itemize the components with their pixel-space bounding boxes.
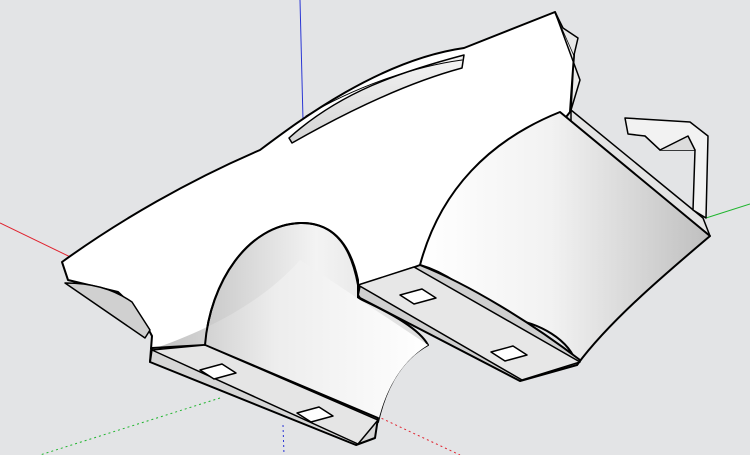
- red-axis-dotted: [367, 411, 461, 455]
- green-axis: [705, 203, 750, 219]
- model-viewport[interactable]: [0, 0, 750, 455]
- green-axis-dotted: [39, 397, 221, 455]
- bracket-model[interactable]: [61, 11, 711, 446]
- blue-axis-dotted: [282, 424, 285, 455]
- scene[interactable]: [0, 0, 750, 455]
- blue-axis: [299, 0, 304, 121]
